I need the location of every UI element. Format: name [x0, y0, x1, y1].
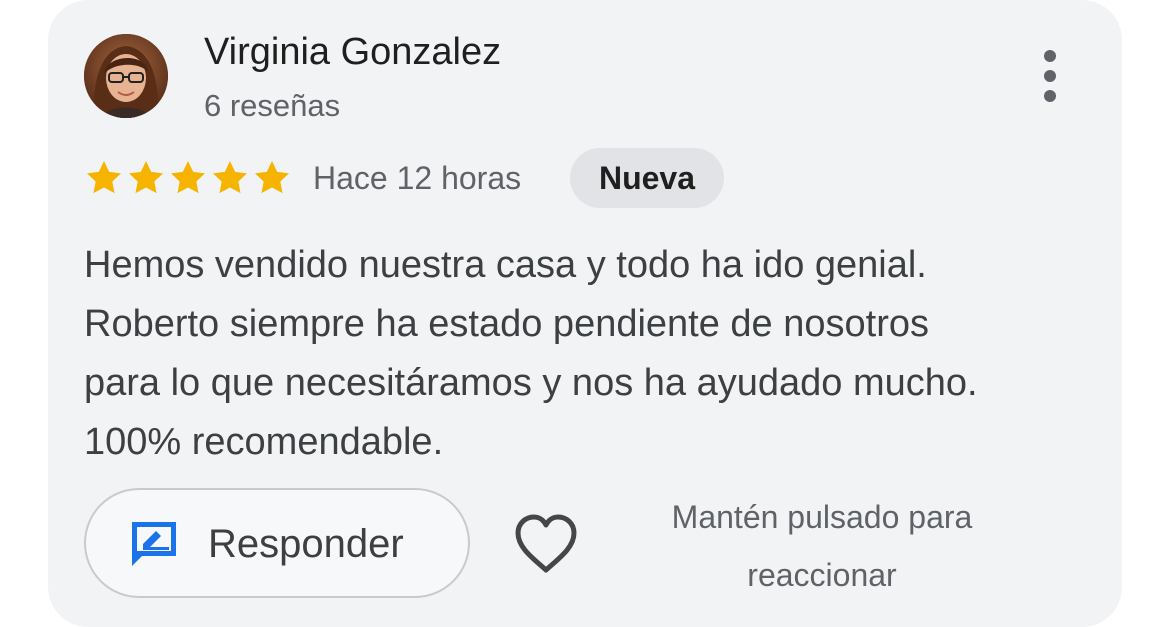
reply-button[interactable]: Responder [84, 488, 470, 598]
like-button[interactable] [510, 508, 582, 580]
star-rating [84, 158, 292, 198]
reply-edit-icon [128, 518, 180, 575]
review-text-line: Hemos vendido nuestra casa y todo ha ido… [84, 244, 927, 286]
reaction-hint-line: reaccionar [747, 557, 897, 593]
star-icon [126, 158, 166, 198]
review-text-line: 100% recomendable. [84, 421, 444, 463]
more-options-button[interactable] [1024, 44, 1076, 108]
reply-label: Responder [208, 522, 404, 566]
heart-icon [515, 514, 577, 573]
review-text-line: Roberto siempre ha estado pendiente de n… [84, 303, 929, 345]
more-vert-icon [1044, 50, 1056, 102]
reaction-hint: Mantén pulsado para reaccionar [622, 488, 1022, 604]
author-name[interactable]: Virginia Gonzalez [204, 28, 501, 76]
avatar-image [84, 34, 168, 118]
review-count: 6 reseñas [204, 88, 341, 123]
review-text-line: para lo que necesitáramos y nos ha ayuda… [84, 362, 978, 404]
star-icon [252, 158, 292, 198]
review-text: Hemos vendido nuestra casa y todo ha ido… [84, 236, 1094, 472]
reaction-hint-line: Mantén pulsado para [671, 499, 973, 535]
star-icon [210, 158, 250, 198]
star-icon [84, 158, 124, 198]
review-time: Hace 12 horas [313, 160, 522, 196]
star-icon [168, 158, 208, 198]
new-badge: Nueva [570, 148, 724, 208]
avatar[interactable] [84, 34, 168, 118]
